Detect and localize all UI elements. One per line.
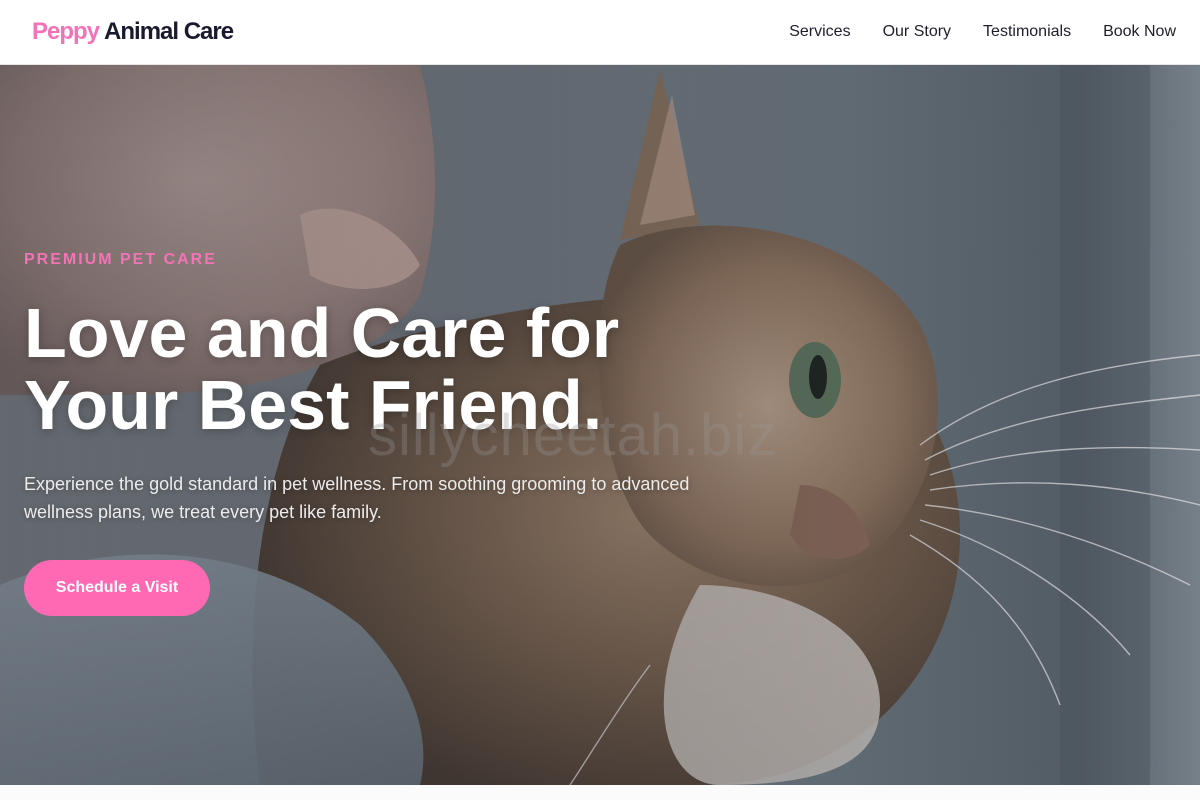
- schedule-visit-button[interactable]: Schedule a Visit: [24, 560, 210, 616]
- hero-section: PREMIUM PET CARE Love and Care for Your …: [0, 65, 1200, 785]
- nav-link-testimonials[interactable]: Testimonials: [983, 23, 1071, 41]
- nav-link-services[interactable]: Services: [789, 23, 850, 41]
- brand-logo[interactable]: Peppy Animal Care: [32, 18, 234, 46]
- nav-link-our-story[interactable]: Our Story: [883, 23, 951, 41]
- hero-subtext: Experience the gold standard in pet well…: [24, 474, 690, 522]
- nav-link-book-now[interactable]: Book Now: [1103, 23, 1176, 41]
- nav-links: Services Our Story Testimonials Book Now: [789, 23, 1176, 41]
- next-section-edge: [0, 785, 1200, 800]
- watermark-text: sillycheetah.biz: [368, 403, 778, 468]
- top-navbar: Peppy Animal Care Services Our Story Tes…: [0, 0, 1200, 65]
- hero-headline-line-1: Love and Care for: [24, 294, 620, 372]
- hero-eyebrow: PREMIUM PET CARE: [24, 251, 217, 268]
- brand-name-accent: Peppy: [32, 18, 100, 45]
- brand-name-rest: Animal Care: [104, 18, 234, 45]
